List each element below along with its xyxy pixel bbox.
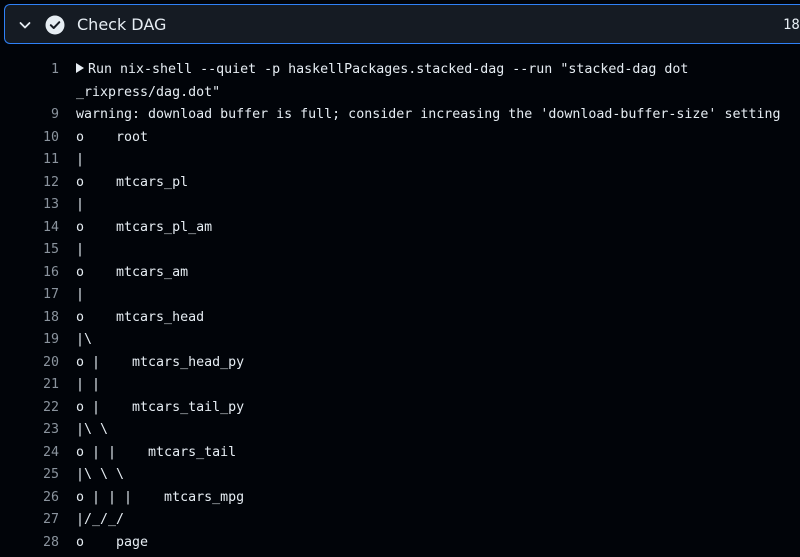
line-number[interactable]: 10	[19, 127, 59, 150]
log-text: |\ \ \	[76, 467, 125, 482]
step-duration: 18	[783, 17, 800, 33]
log-line: 15 |	[0, 239, 800, 262]
log-text: o mtcars_pl_am	[76, 219, 213, 235]
run-command-text: Run nix-shell --quiet -p haskellPackages…	[88, 62, 689, 77]
line-number[interactable]: 19	[19, 329, 59, 352]
check-circle-icon	[45, 15, 65, 35]
step-title[interactable]: Check DAG	[77, 14, 166, 36]
line-number[interactable]: 26	[19, 487, 59, 510]
line-number[interactable]: 23	[19, 419, 59, 442]
log-line: 17 |	[0, 284, 800, 307]
log-text: o mtcars_head	[76, 309, 205, 325]
log-line: 28 o page	[0, 532, 800, 555]
log-line: 26 o | | | mtcars_mpg	[0, 487, 800, 510]
line-number[interactable]: 28	[19, 532, 59, 555]
log-text: |\	[76, 332, 93, 347]
log-line: 19 |\	[0, 329, 800, 352]
log-line: _rixpress/dag.dot"	[0, 82, 800, 105]
log-line: 25 |\ \ \	[0, 464, 800, 487]
log-line: 22 o | mtcars_tail_py	[0, 397, 800, 420]
line-number[interactable]: 12	[19, 172, 59, 195]
chevron-down-icon[interactable]	[17, 17, 33, 33]
line-number[interactable]: 20	[19, 352, 59, 375]
log-line: 14 o mtcars_pl_am	[0, 217, 800, 240]
log-text: o | mtcars_tail_py	[76, 399, 245, 415]
line-number[interactable]: 27	[19, 509, 59, 532]
log-text: o | | | mtcars_mpg	[76, 489, 245, 505]
log-line: 21 | |	[0, 374, 800, 397]
log-line: 1 Run nix-shell --quiet -p haskellPackage…	[0, 59, 800, 82]
log-text: warning: download buffer is full; consid…	[76, 107, 781, 122]
line-number[interactable]: 18	[19, 307, 59, 330]
log-text: _rixpress/dag.dot"	[76, 84, 221, 100]
log-text: Run nix-shell --quiet -p haskellPackages…	[76, 59, 688, 82]
line-number[interactable]: 22	[19, 397, 59, 420]
log-line: 18 o mtcars_head	[0, 307, 800, 330]
log-line: 11 |	[0, 149, 800, 172]
line-number[interactable]: 15	[19, 239, 59, 262]
line-number[interactable]: 17	[19, 284, 59, 307]
line-number[interactable]: 16	[19, 262, 59, 285]
log-output: 1 Run nix-shell --quiet -p haskellPackage…	[0, 59, 800, 554]
line-number[interactable]: 14	[19, 217, 59, 240]
log-line: 23 |\ \	[0, 419, 800, 442]
log-text: o root	[76, 129, 149, 145]
log-line: 27 |/_/_/	[0, 509, 800, 532]
log-text: |	[76, 197, 85, 212]
line-number[interactable]: 1	[19, 59, 59, 82]
caret-right-icon[interactable]	[76, 63, 84, 73]
log-line: 10 o root	[0, 127, 800, 150]
log-text: |	[76, 242, 85, 257]
log-text: o page	[76, 534, 149, 550]
log-text: o mtcars_am	[76, 264, 189, 280]
log-text: o | mtcars_head_py	[76, 354, 245, 370]
log-line: 24 o | | mtcars_tail	[0, 442, 800, 465]
log-text: |/_/_/	[76, 512, 125, 527]
log-line: 12 o mtcars_pl	[0, 172, 800, 195]
line-number[interactable]: 24	[19, 442, 59, 465]
log-text: o mtcars_pl	[76, 174, 189, 190]
log-line: 13 |	[0, 194, 800, 217]
step-header[interactable]: Check DAG 18	[4, 4, 800, 44]
line-number[interactable]: 11	[19, 149, 59, 172]
log-line: 20 o | mtcars_head_py	[0, 352, 800, 375]
log-text: o | | mtcars_tail	[76, 444, 237, 460]
log-text: | |	[76, 377, 101, 392]
line-number[interactable]: 9	[19, 104, 59, 127]
line-number[interactable]: 13	[19, 194, 59, 217]
line-number[interactable]: 25	[19, 464, 59, 487]
log-text: |	[76, 152, 85, 167]
log-line: 9 warning: download buffer is full; consi…	[0, 104, 800, 127]
log-line: 16 o mtcars_am	[0, 262, 800, 285]
line-number[interactable]: 21	[19, 374, 59, 397]
log-text: |\ \	[76, 422, 109, 437]
log-text: |	[76, 287, 85, 302]
